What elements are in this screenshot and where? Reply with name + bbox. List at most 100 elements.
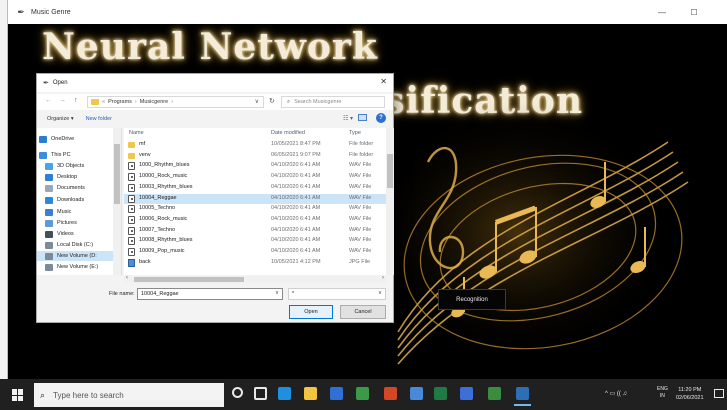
chrome-icon[interactable] — [356, 387, 369, 400]
file-row[interactable]: mf 10/05/2021 8:47 PM File folder — [124, 140, 386, 150]
new-folder-button[interactable]: New folder — [86, 116, 112, 122]
file-explorer-icon[interactable] — [304, 387, 317, 400]
nav-item-icon — [45, 162, 53, 170]
cortana-icon[interactable] — [232, 387, 243, 398]
search-input[interactable]: ⌕ Search Musicgenre — [281, 96, 385, 108]
file-date-modified: 04/10/2020 6:41 AM — [271, 215, 321, 222]
nav-item-icon — [39, 151, 47, 159]
file-name: 10009_Pop_music — [139, 248, 185, 254]
file-row[interactable]: 10003_Rhythm_blues 04/10/2020 6:41 AM WAV … — [124, 183, 386, 193]
scrollbar-thumb[interactable] — [387, 154, 393, 188]
chevron-down-icon[interactable]: ∨ — [275, 290, 279, 296]
recognition-button[interactable]: Recognition — [438, 289, 506, 310]
file-name-field[interactable]: 10004_Reggae ∨ — [137, 288, 283, 300]
region-code: IN — [659, 393, 665, 399]
calendar-icon[interactable] — [410, 387, 423, 400]
file-row[interactable]: 10007_Techno 04/10/2020 6:41 AM WAV File — [124, 226, 386, 236]
preview-pane-icon[interactable] — [358, 114, 367, 121]
task-view-icon[interactable] — [254, 387, 267, 400]
scroll-right-icon[interactable]: › — [382, 275, 384, 281]
file-date-modified: 04/10/2020 6:41 AM — [271, 205, 321, 212]
file-row[interactable]: 10005_Techno 04/10/2020 6:41 AM WAV File — [124, 204, 386, 214]
nav-item[interactable]: 3D Objects — [45, 161, 84, 171]
file-type: WAV File — [349, 215, 372, 222]
file-row[interactable]: 10008_Rhythm_blues 04/10/2020 6:41 AM WAV … — [124, 236, 386, 246]
file-row[interactable]: 10004_Reggae 04/10/2020 6:41 AM WAV File — [124, 193, 386, 204]
refresh-icon[interactable]: ↻ — [269, 97, 275, 105]
language-indicator[interactable]: ENG IN — [657, 386, 668, 400]
nav-item[interactable]: Videos — [45, 229, 74, 239]
wav-file-icon — [128, 226, 135, 235]
file-row[interactable]: 1000_Rhythm_blues 04/10/2020 6:41 AM WAV F… — [124, 161, 386, 171]
clock[interactable]: 11:20 PM 02/06/2021 — [676, 386, 704, 402]
nav-item[interactable]: New Volume (E:) — [45, 262, 98, 272]
system-tray-icons[interactable]: ^ ▭ (( ♫ — [605, 390, 627, 397]
address-bar[interactable]: « Programs › Musicgenre › ∨ — [87, 96, 264, 108]
scrollbar-thumb[interactable] — [134, 277, 244, 282]
python-icon[interactable] — [488, 387, 501, 400]
back-arrow-icon[interactable]: ← — [45, 97, 52, 104]
nav-item[interactable]: This PC — [39, 150, 71, 160]
nav-item-label: Documents — [57, 185, 85, 191]
taskbar-search-input[interactable]: ⌕ Type here to search — [34, 383, 224, 407]
view-options-icon[interactable]: ☷ ▾ — [343, 115, 353, 122]
nav-item[interactable]: Music — [45, 207, 71, 217]
nav-item[interactable]: OneDrive — [39, 134, 74, 144]
file-row[interactable]: back 10/05/2021 4:12 PM JPG File — [124, 258, 386, 268]
cancel-button[interactable]: Cancel — [340, 305, 386, 319]
file-row[interactable]: venv 06/05/2021 9:07 PM File folder — [124, 151, 386, 161]
wav-file-icon — [128, 248, 135, 256]
nav-item[interactable]: Documents — [45, 183, 85, 193]
tk-feather-icon: ✒ — [43, 80, 49, 87]
column-header-date[interactable]: Date modified — [271, 130, 305, 136]
chevron-down-icon[interactable]: ∨ — [378, 290, 382, 296]
windows-start-icon[interactable] — [12, 389, 24, 401]
nav-item-label: OneDrive — [51, 136, 75, 142]
file-row[interactable]: 10000_Rock_music 04/10/2020 6:41 AM WAV Fi… — [124, 172, 386, 182]
horizontal-scrollbar[interactable]: ‹ › — [124, 275, 386, 283]
chevron-down-icon[interactable]: ∨ — [255, 98, 259, 105]
open-file-dialog: ✒ Open ✕ ← → ↑ « Programs › Musicgenre ›… — [36, 73, 394, 323]
help-icon[interactable]: ? — [376, 113, 386, 123]
open-button[interactable]: Open — [289, 305, 333, 319]
nav-item-label: 3D Objects — [57, 163, 85, 169]
file-date-modified: 04/10/2020 6:41 AM — [271, 237, 321, 244]
nav-item[interactable]: Pictures — [45, 218, 77, 228]
file-type: WAV File — [349, 183, 372, 190]
minimize-button[interactable]: — — [648, 0, 676, 24]
folder-file-icon — [128, 152, 135, 159]
nav-scrollbar[interactable] — [113, 128, 121, 275]
nav-item[interactable]: Desktop — [45, 172, 77, 182]
close-icon[interactable]: ✕ — [380, 77, 387, 86]
file-list-scrollbar[interactable] — [386, 128, 394, 275]
maximize-button[interactable]: ☐ — [680, 0, 708, 24]
up-arrow-icon[interactable]: ↑ — [74, 97, 78, 104]
file-row[interactable]: 10006_Rock_music 04/10/2020 6:41 AM WAV Fi… — [124, 215, 386, 225]
language-code: ENG — [657, 386, 668, 392]
breadcrumb-musicgenre[interactable]: Musicgenre — [140, 99, 168, 105]
file-name: 10008_Rhythm_blues — [139, 237, 193, 244]
column-header-name[interactable]: Name — [129, 130, 144, 136]
scrollbar-thumb[interactable] — [114, 144, 120, 204]
breadcrumb-programs[interactable]: Programs — [108, 99, 132, 105]
nav-item-icon — [45, 219, 53, 227]
notification-center-icon[interactable] — [714, 389, 724, 398]
nav-item-label: Music — [57, 209, 72, 215]
photos-icon[interactable] — [460, 387, 473, 400]
scroll-left-icon[interactable]: ‹ — [126, 275, 128, 281]
file-type-select[interactable]: * ∨ — [288, 288, 386, 300]
organize-button[interactable]: Organize ▾ — [47, 116, 74, 122]
breadcrumb-overflow[interactable]: « — [102, 99, 105, 105]
file-row[interactable]: 10009_Pop_music 04/10/2020 6:41 AM WAV Fil… — [124, 247, 386, 257]
forward-arrow-icon[interactable]: → — [59, 97, 66, 104]
excel-icon[interactable] — [434, 387, 447, 400]
mail-icon[interactable] — [330, 387, 343, 400]
column-header-type[interactable]: Type — [349, 130, 361, 136]
idle-icon[interactable] — [514, 387, 531, 406]
nav-item[interactable]: New Volume (D: — [37, 251, 117, 261]
nav-item[interactable]: Local Disk (C:) — [45, 240, 93, 250]
screen: ✒ Music Genre — ☐ Neural Network ssifica… — [0, 0, 727, 410]
nav-item[interactable]: Downloads — [45, 195, 84, 205]
edge-icon[interactable] — [278, 387, 291, 400]
powerpoint-icon[interactable] — [384, 387, 397, 400]
